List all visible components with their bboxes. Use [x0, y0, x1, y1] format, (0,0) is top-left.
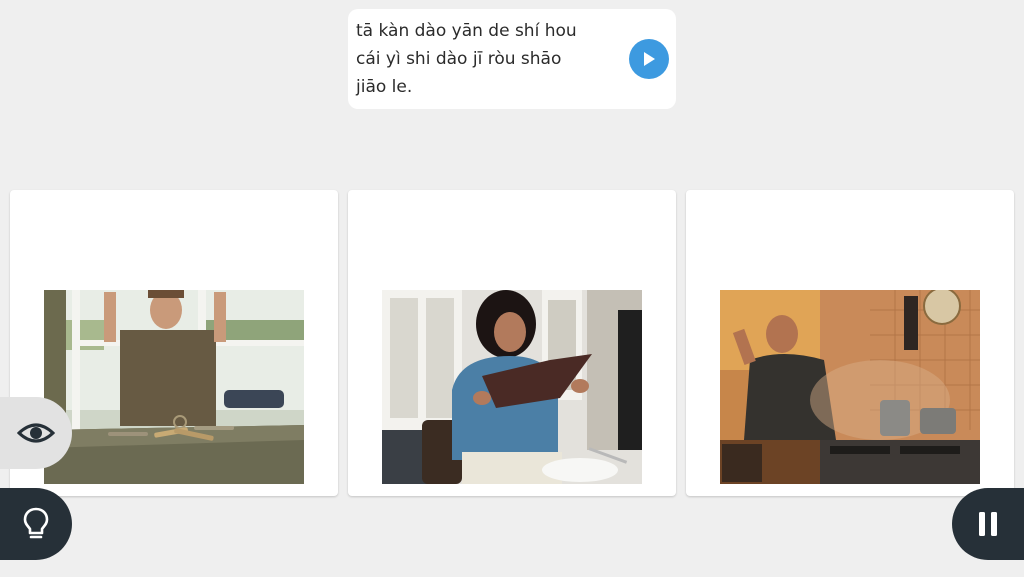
lightbulb-icon	[23, 507, 49, 539]
prompt-line: tā kàn dào yān de shí hou	[356, 21, 577, 41]
hint-button[interactable]	[0, 488, 72, 560]
prompt-text: tā kàn dào yān de shí hou cái yì shi dào…	[356, 17, 618, 101]
prompt-line: cái yì shi dào jī ròu shāo	[356, 49, 562, 69]
man-smoky-kitchen-photo	[720, 290, 980, 484]
answer-card-2[interactable]	[348, 190, 676, 496]
play-audio-button[interactable]	[629, 39, 669, 79]
prompt-bubble: tā kàn dào yān de shí hou cái yì shi dào…	[348, 9, 676, 109]
screen: tā kàn dào yān de shí hou cái yì shi dào…	[0, 0, 1024, 577]
answer-card-3[interactable]	[686, 190, 1014, 496]
man-outside-window-keys-photo	[44, 290, 304, 484]
pause-icon	[979, 512, 997, 536]
play-icon	[644, 52, 655, 66]
reveal-text-button[interactable]	[0, 397, 72, 469]
pause-button[interactable]	[952, 488, 1024, 560]
eye-icon	[17, 423, 55, 443]
prompt-line: jiāo le.	[356, 77, 413, 97]
woman-reading-menu-photo	[382, 290, 642, 484]
